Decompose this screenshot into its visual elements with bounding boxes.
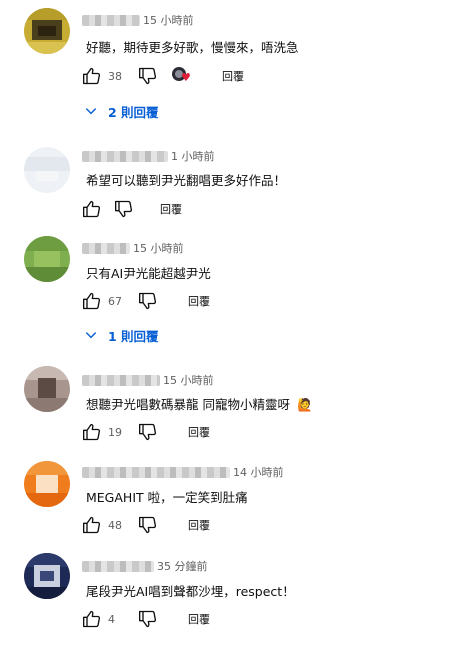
avatar[interactable] (24, 366, 70, 412)
chevron-down-icon (85, 108, 97, 115)
thumb-up-icon (83, 292, 101, 310)
author-name[interactable] (82, 466, 230, 478)
reply-button[interactable]: 回覆 (188, 424, 210, 440)
like-button[interactable] (80, 420, 104, 444)
reply-button[interactable]: 回覆 (188, 611, 210, 627)
comment-meta: 15 小時前 (82, 372, 214, 388)
comment-actions: 19 回覆 (80, 420, 210, 444)
thumb-down-icon (139, 516, 157, 534)
author-name[interactable] (82, 242, 130, 254)
avatar[interactable] (24, 553, 70, 599)
avatar[interactable] (24, 8, 70, 54)
chevron-down-icon (85, 332, 97, 339)
reply-button[interactable]: 回覆 (188, 517, 210, 533)
like-button[interactable] (80, 197, 104, 221)
dislike-button[interactable] (112, 197, 136, 221)
comment-actions: 67 回覆 (80, 289, 210, 313)
like-button[interactable] (80, 607, 104, 631)
dislike-button[interactable] (136, 289, 160, 313)
like-count: 48 (108, 518, 122, 532)
like-button[interactable] (80, 289, 104, 313)
like-count: 19 (108, 425, 122, 439)
thumb-up-icon (83, 516, 101, 534)
comment-text: 只有AI尹光能超越尹光 (86, 266, 211, 281)
reply-button[interactable]: 回覆 (160, 201, 182, 217)
comment-text: 希望可以聽到尹光翻唱更多好作品！ (86, 173, 287, 188)
reply-button[interactable]: 回覆 (222, 68, 244, 84)
creator-heart[interactable]: ♥ (172, 66, 192, 86)
dislike-button[interactable] (136, 64, 160, 88)
comment-meta: 35 分鐘前 (82, 558, 208, 574)
comment-meta: 15 小時前 (82, 12, 194, 28)
thumb-down-icon (139, 423, 157, 441)
dislike-button[interactable] (136, 420, 160, 444)
thumb-down-icon (139, 67, 157, 85)
comment-actions: 回覆 (80, 197, 182, 221)
like-button[interactable] (80, 64, 104, 88)
comment-text: 好聽，期待更多好歌，慢慢來，唔洗急 (86, 40, 299, 55)
comment-actions: 38 ♥ 回覆 (80, 64, 244, 88)
timestamp[interactable]: 14 小時前 (233, 464, 284, 480)
timestamp[interactable]: 15 小時前 (133, 240, 184, 256)
like-count: 38 (108, 69, 122, 83)
thumb-up-icon (83, 423, 101, 441)
thumb-down-icon (115, 200, 133, 218)
avatar[interactable] (24, 236, 70, 282)
timestamp[interactable]: 15 小時前 (143, 12, 194, 28)
comment-text: MEGAHIT 啦，一定笑到肚痛 (86, 490, 248, 505)
comment-meta: 1 小時前 (82, 148, 215, 164)
timestamp[interactable]: 35 分鐘前 (157, 558, 208, 574)
heart-icon: ♥ (181, 71, 191, 84)
author-name[interactable] (82, 374, 160, 386)
comment-meta: 14 小時前 (82, 464, 284, 480)
like-button[interactable] (80, 513, 104, 537)
comment-text: 想聽尹光唱數碼暴龍 同寵物小精靈呀 🙋 (86, 394, 313, 413)
raising-hand-emoji: 🙋 (296, 397, 313, 412)
avatar[interactable] (24, 461, 70, 507)
author-name[interactable] (82, 560, 154, 572)
timestamp[interactable]: 15 小時前 (163, 372, 214, 388)
replies-count: 1 則回覆 (108, 328, 159, 344)
reply-button[interactable]: 回覆 (188, 293, 210, 309)
avatar[interactable] (24, 147, 70, 193)
thumb-down-icon (139, 292, 157, 310)
thumb-up-icon (83, 610, 101, 628)
dislike-button[interactable] (136, 607, 160, 631)
like-count: 4 (108, 612, 115, 626)
comment-text: 尾段尹光AI唱到聲都沙埋，respect！ (86, 584, 295, 599)
comment-text-body: 想聽尹光唱數碼暴龍 同寵物小精靈呀 (86, 397, 290, 412)
author-name[interactable] (82, 150, 168, 162)
view-replies-button[interactable]: 1 則回覆 (84, 323, 159, 347)
comment-actions: 48 回覆 (80, 513, 210, 537)
replies-count: 2 則回覆 (108, 104, 159, 120)
dislike-button[interactable] (136, 513, 160, 537)
like-count: 67 (108, 294, 122, 308)
thumb-up-icon (83, 200, 101, 218)
author-name[interactable] (82, 14, 140, 26)
comment-actions: 4 回覆 (80, 607, 210, 631)
view-replies-button[interactable]: 2 則回覆 (84, 99, 159, 123)
comment-meta: 15 小時前 (82, 240, 184, 256)
thumb-up-icon (83, 67, 101, 85)
timestamp[interactable]: 1 小時前 (171, 148, 215, 164)
thumb-down-icon (139, 610, 157, 628)
